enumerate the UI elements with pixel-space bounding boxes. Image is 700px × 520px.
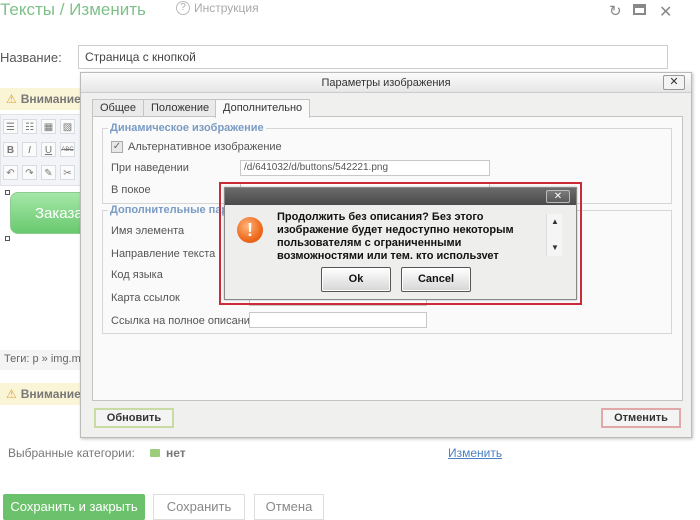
image-properties-icon[interactable]: ▧ bbox=[60, 119, 75, 134]
editor-toolbar: ☰ ☷ ▦ ▧ B I U ABC ↶ ↷ ✎ ✂ bbox=[0, 114, 82, 186]
insert-image-icon[interactable]: ▦ bbox=[41, 119, 56, 134]
warning-icon: ⚠ bbox=[6, 387, 17, 401]
name-input[interactable] bbox=[78, 45, 668, 69]
categories-value-text: нет bbox=[166, 446, 186, 460]
categories-value: нет bbox=[150, 446, 186, 460]
warning-bar-2: ⚠ Внимание bbox=[0, 383, 85, 405]
cancel-button[interactable]: Отмена bbox=[254, 494, 324, 520]
confirm-dialog: ✕ ! Продолжить без описания? Без этого и… bbox=[224, 187, 577, 300]
extra-params-legend: Дополнительные пар bbox=[108, 204, 231, 216]
clean-format-icon[interactable]: ✎ bbox=[41, 165, 56, 180]
cancel-image-dialog-button[interactable]: Отменить bbox=[601, 408, 681, 428]
resize-handle[interactable] bbox=[5, 190, 10, 195]
tab-general[interactable]: Общее bbox=[92, 99, 145, 117]
confirm-titlebar: ✕ bbox=[225, 188, 576, 205]
help-link-label: Инструкция bbox=[194, 1, 259, 15]
image-dialog-title: Параметры изображения bbox=[81, 73, 691, 93]
confirm-close-icon[interactable]: ✕ bbox=[546, 190, 570, 203]
resize-handle[interactable] bbox=[5, 236, 10, 241]
tab-position[interactable]: Положение bbox=[143, 99, 218, 117]
page-title: Тексты / Изменить bbox=[0, 0, 146, 19]
element-name-label: Имя элемента bbox=[111, 225, 185, 237]
maximize-icon[interactable] bbox=[633, 4, 646, 15]
numbered-list-icon[interactable]: ☷ bbox=[22, 119, 37, 134]
refresh-button[interactable]: Обновить bbox=[94, 408, 174, 428]
alt-image-checkbox[interactable]: ✓ bbox=[111, 141, 123, 153]
tags-path: Теги: p » img.m bbox=[0, 350, 85, 370]
warning-icon: ⚠ bbox=[6, 92, 17, 106]
image-dialog-close-icon[interactable]: ✕ bbox=[663, 75, 685, 90]
text-direction-label: Направление текста bbox=[111, 248, 216, 260]
alt-image-label: Альтернативное изображение bbox=[128, 141, 282, 153]
warning-text: Внимание bbox=[20, 387, 81, 401]
strikethrough-icon[interactable]: ABC bbox=[60, 142, 75, 157]
bullet-list-icon[interactable]: ☰ bbox=[3, 119, 18, 134]
italic-icon[interactable]: I bbox=[22, 142, 37, 157]
folder-icon bbox=[150, 449, 160, 457]
lang-code-label: Код языка bbox=[111, 269, 163, 281]
warning-text: Внимание bbox=[20, 92, 81, 106]
confirm-scrollbar[interactable]: ▲ ▼ bbox=[546, 214, 562, 256]
confirm-message: Продолжить без описания? Без этого изобр… bbox=[277, 211, 514, 259]
refresh-icon[interactable]: ↻ bbox=[609, 2, 622, 20]
save-and-close-button[interactable]: Сохранить и закрыть bbox=[3, 494, 145, 520]
help-link[interactable]: ? Инструкция bbox=[176, 1, 259, 15]
tab-advanced[interactable]: Дополнительно bbox=[215, 99, 311, 118]
categories-label: Выбранные категории: bbox=[8, 446, 135, 460]
close-icon[interactable]: ✕ bbox=[659, 2, 672, 22]
ok-button[interactable]: Ok bbox=[321, 267, 391, 292]
hover-label: При наведении bbox=[111, 162, 189, 174]
exclamation-icon: ! bbox=[237, 217, 263, 243]
cut-icon[interactable]: ✂ bbox=[60, 165, 75, 180]
change-categories-link[interactable]: Изменить bbox=[448, 446, 502, 460]
long-desc-input[interactable] bbox=[249, 312, 427, 328]
save-button[interactable]: Сохранить bbox=[153, 494, 245, 520]
bold-icon[interactable]: B bbox=[3, 142, 18, 157]
name-label: Название: bbox=[0, 50, 62, 65]
long-desc-label: Ссылка на полное описание bbox=[111, 315, 257, 327]
underline-icon[interactable]: U bbox=[41, 142, 56, 157]
confirm-cancel-button[interactable]: Cancel bbox=[401, 267, 471, 292]
hover-image-input[interactable]: /d/641032/d/buttons/542221.png bbox=[240, 160, 490, 176]
scroll-down-icon[interactable]: ▼ bbox=[547, 243, 563, 252]
dynamic-image-legend: Динамическое изображение bbox=[108, 122, 266, 134]
rest-label: В покое bbox=[111, 184, 151, 196]
image-map-label: Карта ссылок bbox=[111, 292, 180, 304]
highlight-frame: ✕ ! Продолжить без описания? Без этого и… bbox=[219, 182, 582, 305]
help-icon: ? bbox=[176, 1, 190, 15]
order-button-image[interactable]: Заказать bbox=[10, 192, 88, 234]
undo-icon[interactable]: ↶ bbox=[3, 165, 18, 180]
redo-icon[interactable]: ↷ bbox=[22, 165, 37, 180]
scroll-up-icon[interactable]: ▲ bbox=[547, 217, 563, 226]
warning-bar: ⚠ Внимание bbox=[0, 88, 85, 110]
